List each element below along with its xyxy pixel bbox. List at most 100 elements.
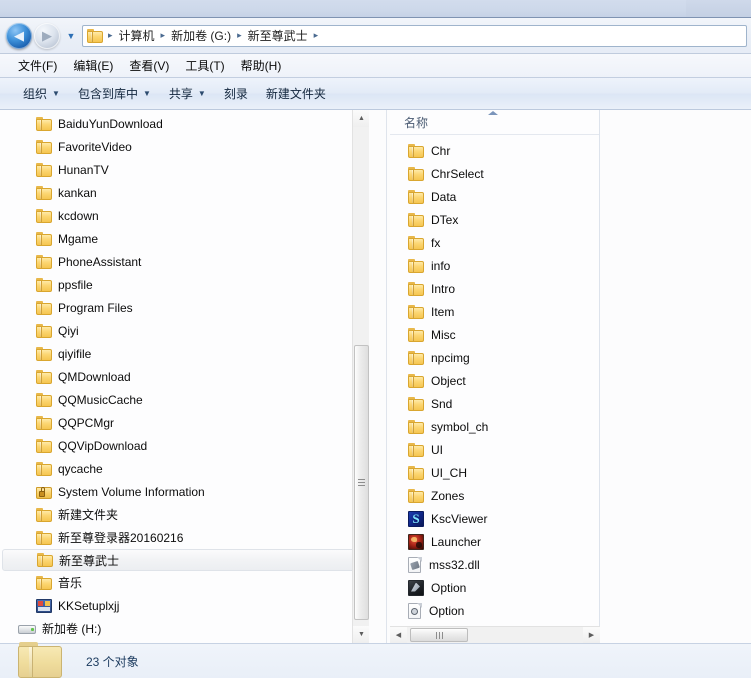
file-list-item[interactable]: Item xyxy=(390,300,599,323)
tree-item[interactable]: QQMusicCache xyxy=(0,388,369,411)
tree-item[interactable]: QMDownload xyxy=(0,365,369,388)
tree-item[interactable]: kankan xyxy=(0,181,369,204)
tree-item[interactable]: Program Files xyxy=(0,296,369,319)
breadcrumb[interactable]: ▸ 计算机 ▸ 新加卷 (G:) ▸ 新至尊武士 ▸ xyxy=(82,24,747,47)
folder-icon xyxy=(36,530,52,545)
tree-item[interactable]: Mgame xyxy=(0,227,369,250)
file-list-item[interactable]: npcimg xyxy=(390,346,599,369)
folder-icon xyxy=(36,185,52,200)
tree-item[interactable]: qiyifile xyxy=(0,342,369,365)
tree-item[interactable]: 新至尊登录器20160216 xyxy=(0,526,369,549)
tree-item[interactable]: HunanTV xyxy=(0,158,369,181)
tree-item[interactable]: System Volume Information xyxy=(0,480,369,503)
folder-icon xyxy=(408,166,424,181)
tree-item[interactable]: QQVipDownload xyxy=(0,434,369,457)
breadcrumb-item-current-folder[interactable]: 新至尊武士 xyxy=(245,26,311,46)
tree-item[interactable]: KKSetuplxjj xyxy=(0,594,369,617)
menu-tools[interactable]: 工具(T) xyxy=(177,54,232,77)
back-button[interactable]: ◀ xyxy=(6,22,32,49)
grip-icon xyxy=(358,479,365,486)
forward-button[interactable]: ▶ xyxy=(34,22,60,49)
navigation-tree: BaiduYunDownload FavoriteVideo HunanTV kank… xyxy=(0,110,369,640)
folder-icon xyxy=(36,323,52,338)
folder-icon xyxy=(36,346,52,361)
folder-icon xyxy=(408,327,424,342)
tree-item-label: 新建文件夹 xyxy=(58,508,119,522)
ksc-viewer-app-icon: S xyxy=(408,510,424,527)
file-list-item[interactable]: Intro xyxy=(390,277,599,300)
column-header-name[interactable]: 名称 xyxy=(390,110,599,135)
new-folder-button[interactable]: 新建文件夹 xyxy=(257,81,335,106)
file-list-item[interactable]: Snd xyxy=(390,392,599,415)
tree-item-label: KKSetuplxjj xyxy=(58,598,120,613)
file-list-item[interactable]: ChrSelect xyxy=(390,162,599,185)
tree-item-label: Mgame xyxy=(58,231,99,246)
breadcrumb-separator-icon[interactable]: ▸ xyxy=(105,30,116,41)
burn-button[interactable]: 刻录 xyxy=(215,81,257,106)
file-list-item[interactable]: Zones xyxy=(390,484,599,507)
file-list-item[interactable]: Misc xyxy=(390,323,599,346)
tree-item[interactable]: PhoneAssistant xyxy=(0,250,369,273)
breadcrumb-separator-icon[interactable]: ▸ xyxy=(234,30,245,41)
file-list-item[interactable]: Data xyxy=(390,185,599,208)
tree-item[interactable]: Qiyi xyxy=(0,319,369,342)
breadcrumb-separator-icon[interactable]: ▸ xyxy=(311,30,322,41)
file-list-item[interactable]: fx xyxy=(390,231,599,254)
folder-icon xyxy=(408,442,424,457)
organize-button[interactable]: 组织 ▼ xyxy=(14,81,69,106)
tree-item[interactable]: QQPCMgr xyxy=(0,411,369,434)
nav-pane-vertical-scrollbar[interactable]: ▲ ▼ xyxy=(352,110,369,643)
file-list-item[interactable]: info xyxy=(390,254,599,277)
file-item-label: symbol_ch xyxy=(431,419,489,434)
file-list-item[interactable]: mss32.dll xyxy=(390,553,599,576)
tree-item[interactable]: kcdown xyxy=(0,204,369,227)
tree-item-label: 音乐 xyxy=(58,576,83,590)
file-list-item[interactable]: Option xyxy=(390,576,599,599)
share-button[interactable]: 共享 ▼ xyxy=(160,81,215,106)
file-list-item[interactable]: UI xyxy=(390,438,599,461)
history-dropdown-button[interactable]: ▼ xyxy=(63,26,79,46)
scroll-right-button[interactable]: ▶ xyxy=(583,627,600,643)
scrollbar-thumb[interactable] xyxy=(354,345,369,620)
file-list-item[interactable]: S KscViewer xyxy=(390,507,599,530)
tree-item[interactable]: BaiduYunDownload xyxy=(0,112,369,135)
hscrollbar-thumb[interactable] xyxy=(410,628,468,642)
file-item-label: DTex xyxy=(431,212,459,227)
content-area: BaiduYunDownload FavoriteVideo HunanTV kank… xyxy=(0,110,751,643)
file-item-label: fx xyxy=(431,235,441,250)
tree-item[interactable]: 新至尊武士 xyxy=(2,549,361,571)
file-list-item[interactable]: Option xyxy=(390,599,599,622)
folder-icon xyxy=(36,300,52,315)
include-in-library-button[interactable]: 包含到库中 ▼ xyxy=(69,81,160,106)
menu-view[interactable]: 查看(V) xyxy=(121,54,177,77)
breadcrumb-item-computer[interactable]: 计算机 xyxy=(116,26,158,46)
pane-splitter[interactable] xyxy=(386,110,387,643)
file-list-item[interactable]: symbol_ch xyxy=(390,415,599,438)
tree-item[interactable]: 新加卷 (H:) xyxy=(0,617,369,640)
scroll-up-button[interactable]: ▲ xyxy=(353,110,369,127)
folder-icon xyxy=(37,553,53,567)
menu-file[interactable]: 文件(F) xyxy=(10,54,65,77)
file-list-item[interactable]: Object xyxy=(390,369,599,392)
tree-item[interactable]: qycache xyxy=(0,457,369,480)
scroll-down-button[interactable]: ▼ xyxy=(353,626,369,643)
tree-item[interactable]: ppsfile xyxy=(0,273,369,296)
breadcrumb-separator-icon[interactable]: ▸ xyxy=(158,30,169,41)
scroll-left-button[interactable]: ◀ xyxy=(390,627,407,643)
tree-item[interactable]: 新建文件夹 xyxy=(0,503,369,526)
locked-folder-icon xyxy=(36,485,52,499)
file-list-item[interactable]: Launcher xyxy=(390,530,599,553)
file-pane-horizontal-scrollbar[interactable]: ◀ ▶ xyxy=(390,626,600,643)
file-list-item[interactable]: DTex xyxy=(390,208,599,231)
tree-item-label: QQVipDownload xyxy=(58,438,148,453)
menu-edit[interactable]: 编辑(E) xyxy=(65,54,121,77)
menu-help[interactable]: 帮助(H) xyxy=(233,54,290,77)
empty-right-region xyxy=(601,110,751,643)
file-list-item[interactable]: UI_CH xyxy=(390,461,599,484)
tree-item[interactable]: FavoriteVideo xyxy=(0,135,369,158)
tree-item[interactable]: 音乐 xyxy=(0,571,369,594)
installer-icon xyxy=(36,598,52,613)
breadcrumb-item-drive[interactable]: 新加卷 (G:) xyxy=(168,26,234,46)
file-list-item[interactable]: Chr xyxy=(390,139,599,162)
file-item-label: Item xyxy=(431,304,455,319)
